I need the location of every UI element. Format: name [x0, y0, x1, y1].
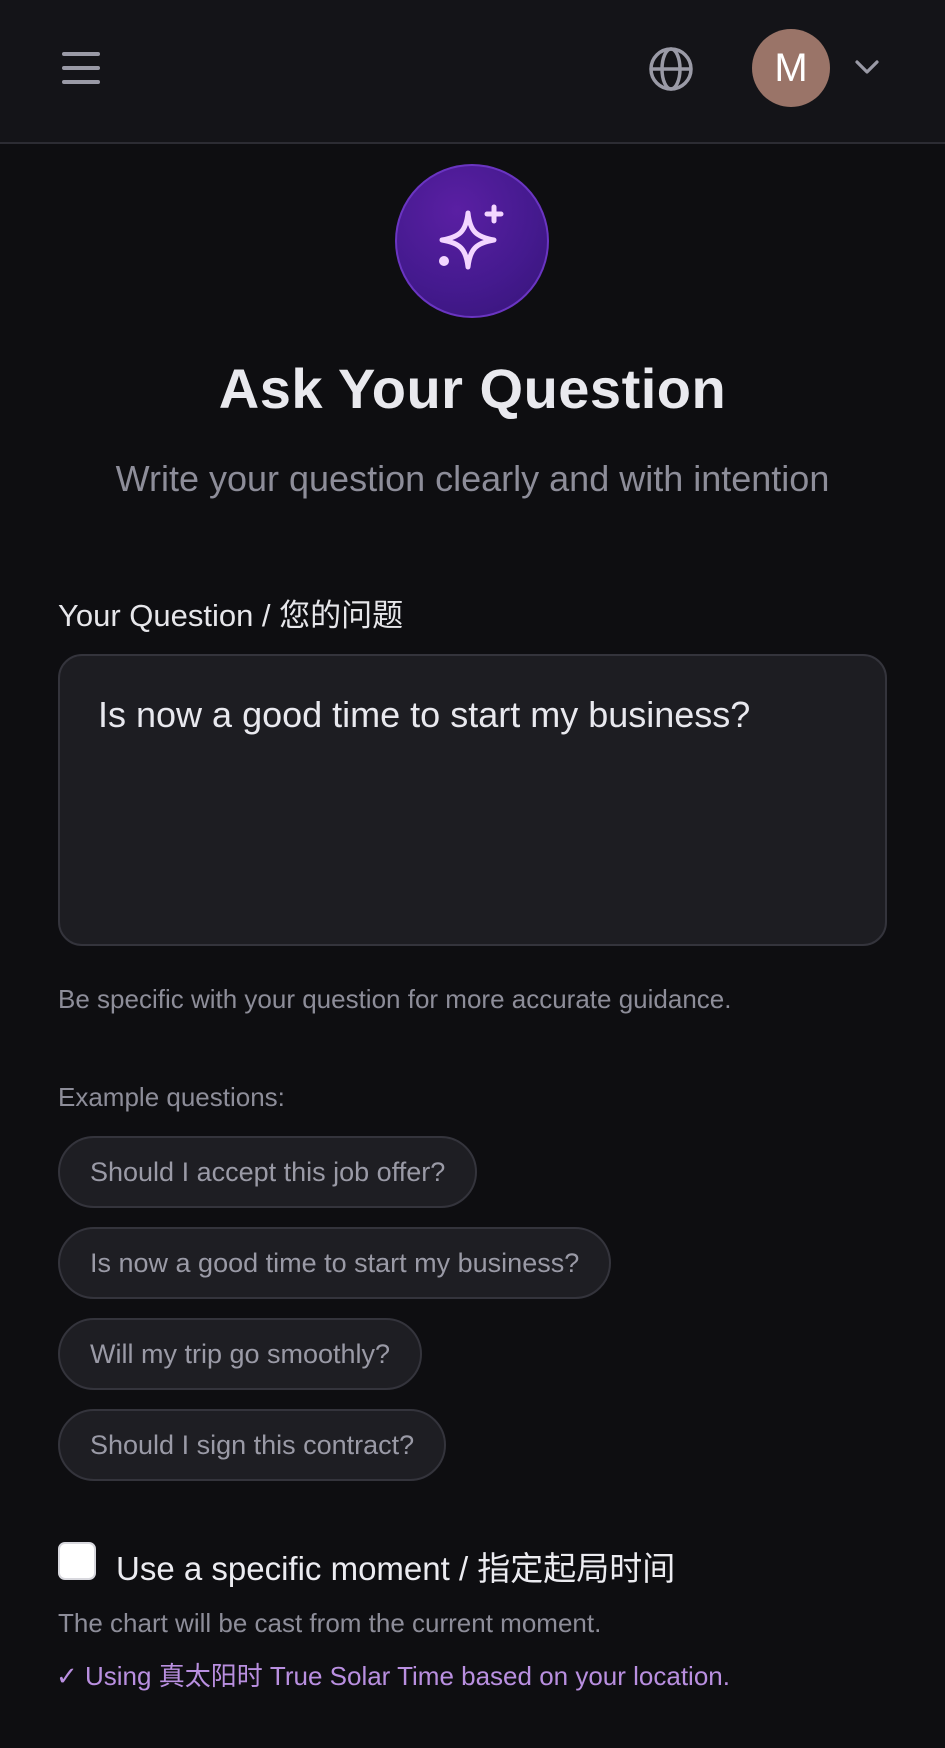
globe-icon[interactable] — [646, 44, 696, 94]
examples-label: Example questions: — [58, 1082, 285, 1112]
question-hint: Be specific with your question for more … — [58, 984, 732, 1014]
sparkles-icon — [439, 204, 504, 270]
chevron-down-icon[interactable] — [852, 54, 882, 80]
question-textarea[interactable]: Is now a good time to start my business? — [58, 654, 887, 946]
hamburger-menu-icon[interactable] — [58, 48, 104, 88]
example-chip-business[interactable]: Is now a good time to start my business? — [58, 1227, 612, 1299]
true-solar-time-note: ✓ Using 真太阳时 True Solar Time based on yo… — [56, 1661, 730, 1691]
example-chip-trip[interactable]: Will my trip go smoothly? — [58, 1318, 423, 1390]
avatar[interactable]: M — [752, 29, 830, 107]
page-title: Ask Your Question — [218, 357, 727, 420]
cast-note: The chart will be cast from the current … — [58, 1608, 602, 1638]
example-chip-contract[interactable]: Should I sign this contract? — [58, 1409, 447, 1481]
page-subtitle: Write your question clearly and with int… — [115, 458, 830, 499]
avatar-initial: M — [774, 45, 808, 90]
sparkles-badge — [395, 164, 549, 318]
top-bar: M — [0, 0, 945, 144]
specific-moment-checkbox[interactable] — [58, 1542, 96, 1580]
example-chip-job-offer[interactable]: Should I accept this job offer? — [58, 1136, 478, 1208]
question-field-label: Your Question / 您的问题 — [58, 598, 404, 633]
specific-moment-label[interactable]: Use a specific moment / 指定起局时间 — [116, 1542, 675, 1590]
